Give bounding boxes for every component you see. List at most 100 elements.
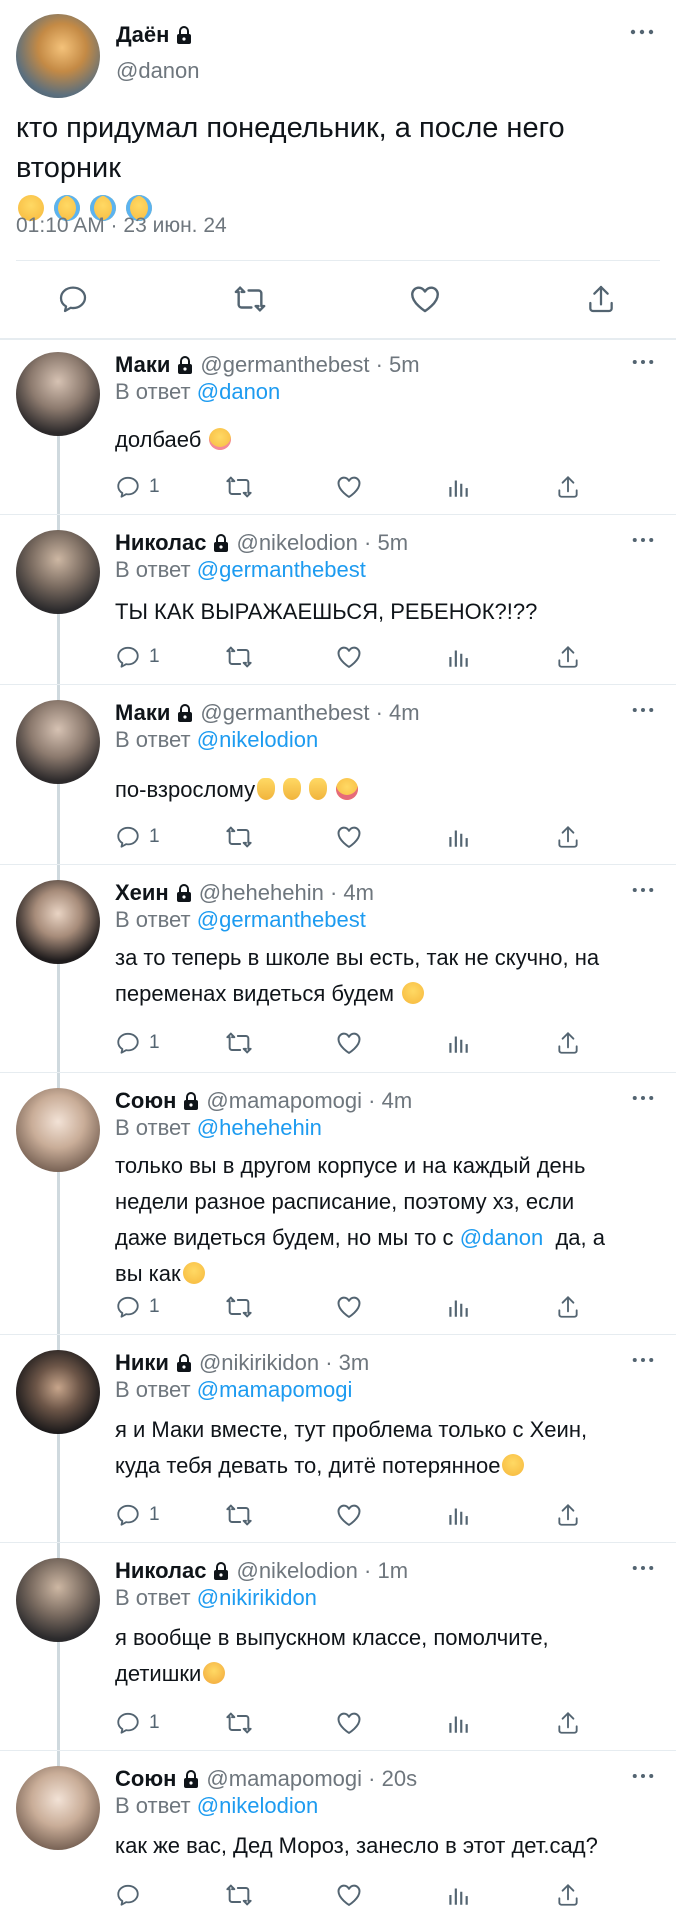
reply-author[interactable]: Маки @germanthebest · 4m xyxy=(115,700,420,726)
reply-button[interactable]: 1 xyxy=(115,1028,160,1058)
reply-tweet[interactable]: Маки @germanthebest · 5m В ответ @danon д… xyxy=(0,352,676,522)
views-button[interactable] xyxy=(445,1500,471,1530)
views-button[interactable] xyxy=(445,1880,471,1910)
reply-text: долбаеб xyxy=(115,422,660,458)
retweet-button[interactable] xyxy=(225,472,253,502)
retweet-button[interactable] xyxy=(225,642,253,672)
reply-text: за то теперь в школе вы есть, так не ску… xyxy=(115,945,600,1006)
share-button[interactable] xyxy=(555,1292,581,1322)
retweet-button[interactable] xyxy=(225,1292,253,1322)
share-button[interactable] xyxy=(555,472,581,502)
author-name[interactable]: Даён xyxy=(116,22,193,48)
share-button[interactable] xyxy=(581,276,621,322)
more-icon[interactable] xyxy=(632,1094,654,1102)
share-button[interactable] xyxy=(555,1028,581,1058)
views-button[interactable] xyxy=(445,472,471,502)
author-handle[interactable]: @danon xyxy=(116,58,200,84)
views-button[interactable] xyxy=(445,1708,471,1738)
mention-link[interactable]: @hehehehin xyxy=(197,1115,322,1140)
reply-author[interactable]: Ники @nikirikidon · 3m xyxy=(115,1350,369,1376)
reply-author[interactable]: Хеин @hehehehin · 4m xyxy=(115,880,374,906)
share-button[interactable] xyxy=(555,642,581,672)
avatar[interactable] xyxy=(16,1088,100,1172)
like-button[interactable] xyxy=(335,1708,363,1738)
views-button[interactable] xyxy=(445,1292,471,1322)
reply-tweet[interactable]: Хеин @hehehehin · 4m В ответ @germanthebe… xyxy=(0,880,676,1080)
tweet-timestamp[interactable]: 01:10 AM · 23 июн. 24 xyxy=(16,214,227,238)
reply-author[interactable]: Николас @nikelodion · 5m xyxy=(115,530,408,556)
avatar[interactable] xyxy=(16,1558,100,1642)
more-icon[interactable] xyxy=(632,1772,654,1780)
retweet-button[interactable] xyxy=(225,1708,253,1738)
like-icon xyxy=(335,1029,363,1057)
reply-author[interactable]: Союн @mamapomogi · 4m xyxy=(115,1088,412,1114)
more-icon[interactable] xyxy=(632,1356,654,1364)
avatar[interactable] xyxy=(16,880,100,964)
lock-icon xyxy=(176,355,194,375)
reply-tweet[interactable]: Николас @nikelodion · 5m В ответ @germant… xyxy=(0,530,676,690)
like-button[interactable] xyxy=(405,276,445,322)
retweet-button[interactable] xyxy=(225,1880,253,1910)
reply-icon xyxy=(115,824,141,850)
share-button[interactable] xyxy=(555,822,581,852)
more-icon[interactable] xyxy=(632,886,654,894)
mention-link[interactable]: @nikirikidon xyxy=(197,1585,317,1610)
reply-button[interactable]: 1 xyxy=(115,1708,160,1738)
mention-link[interactable]: @nikelodion xyxy=(197,1793,318,1818)
avatar[interactable] xyxy=(16,352,100,436)
reply-tweet[interactable]: Ники @nikirikidon · 3m В ответ @mamapomog… xyxy=(0,1350,676,1550)
replying-to: В ответ @nikirikidon xyxy=(115,1585,317,1610)
views-button[interactable] xyxy=(445,642,471,672)
retweet-button[interactable] xyxy=(225,1500,253,1530)
avatar[interactable] xyxy=(16,1350,100,1434)
reply-tweet[interactable]: Союн @mamapomogi · 4m В ответ @hehehehin … xyxy=(0,1088,676,1338)
avatar[interactable] xyxy=(16,14,100,98)
avatar[interactable] xyxy=(16,700,100,784)
share-button[interactable] xyxy=(555,1500,581,1530)
reply-tweet[interactable]: Николас @nikelodion · 1m В ответ @nikirik… xyxy=(0,1558,676,1758)
retweet-button[interactable] xyxy=(225,822,253,852)
mention-link[interactable]: @germanthebest xyxy=(197,907,366,932)
avatar[interactable] xyxy=(16,1766,100,1850)
reply-button[interactable]: 1 xyxy=(115,642,160,672)
mention-link[interactable]: @danon xyxy=(197,379,281,404)
reply-icon xyxy=(57,283,89,315)
mention-link[interactable]: @mamapomogi xyxy=(197,1377,353,1402)
mention-link[interactable]: @danon xyxy=(460,1225,544,1250)
reply-button[interactable] xyxy=(115,1880,149,1910)
reply-button[interactable]: 1 xyxy=(115,822,160,852)
avatar[interactable] xyxy=(16,530,100,614)
reply-text: ТЫ КАК ВЫРАЖАЕШЬСЯ, РЕБЕНОК?!?? xyxy=(115,599,538,624)
reply-tweet[interactable]: Союн @mamapomogi · 20s В ответ @nikelodio… xyxy=(0,1766,676,1920)
reply-button[interactable]: 1 xyxy=(115,1292,160,1322)
views-button[interactable] xyxy=(445,822,471,852)
more-icon[interactable] xyxy=(632,1564,654,1572)
reply-button[interactable]: 1 xyxy=(115,472,160,502)
reply-author[interactable]: Союн @mamapomogi · 20s xyxy=(115,1766,417,1792)
more-icon[interactable] xyxy=(630,28,654,36)
like-button[interactable] xyxy=(335,472,363,502)
like-button[interactable] xyxy=(335,1880,363,1910)
mention-link[interactable]: @nikelodion xyxy=(197,727,318,752)
retweet-button[interactable] xyxy=(230,276,270,322)
reply-button[interactable] xyxy=(53,276,93,322)
like-button[interactable] xyxy=(335,642,363,672)
more-icon[interactable] xyxy=(632,706,654,714)
stats-icon xyxy=(445,474,471,500)
reply-button[interactable]: 1 xyxy=(115,1500,160,1530)
like-button[interactable] xyxy=(335,822,363,852)
mention-link[interactable]: @germanthebest xyxy=(197,557,366,582)
reply-author[interactable]: Маки @germanthebest · 5m xyxy=(115,352,420,378)
like-button[interactable] xyxy=(335,1028,363,1058)
more-icon[interactable] xyxy=(632,358,654,366)
reply-author[interactable]: Николас @nikelodion · 1m xyxy=(115,1558,408,1584)
more-icon[interactable] xyxy=(632,536,654,544)
share-button[interactable] xyxy=(555,1708,581,1738)
views-button[interactable] xyxy=(445,1028,471,1058)
reply-tweet[interactable]: Маки @germanthebest · 4m В ответ @nikelod… xyxy=(0,700,676,870)
like-button[interactable] xyxy=(335,1500,363,1530)
retweet-button[interactable] xyxy=(225,1028,253,1058)
share-button[interactable] xyxy=(555,1880,581,1910)
reply-icon xyxy=(115,1882,141,1908)
like-button[interactable] xyxy=(335,1292,363,1322)
